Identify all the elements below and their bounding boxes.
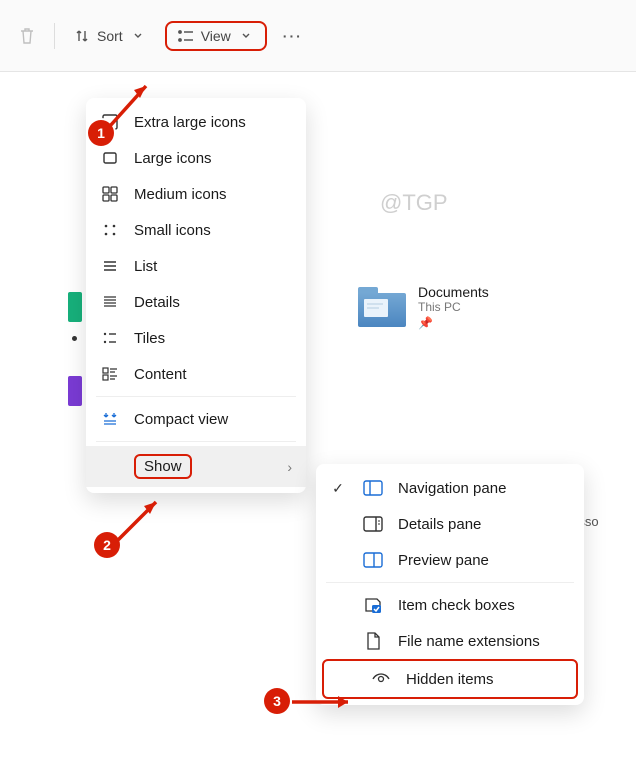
- menu-item-label: Details: [134, 294, 292, 311]
- view-menu-item-list[interactable]: List: [86, 248, 306, 284]
- annotation-arrow: [290, 692, 360, 712]
- menu-item-label: Medium icons: [134, 186, 292, 203]
- pin-icon: 📌: [418, 316, 489, 330]
- preview-pane-icon: [362, 550, 384, 570]
- sort-icon: [73, 27, 91, 45]
- menu-item-label: Show: [134, 454, 192, 479]
- view-menu-item-compact-view[interactable]: Compact view: [86, 401, 306, 437]
- divider: [96, 396, 296, 397]
- annotation-arrow: [104, 76, 160, 132]
- menu-item-label: Navigation pane: [398, 480, 570, 497]
- folder-name: Documents: [418, 284, 489, 300]
- folder-location: This PC: [418, 300, 489, 314]
- details-pane-icon: [362, 514, 384, 534]
- sort-button[interactable]: Sort: [63, 21, 157, 51]
- show-item-hidden-items[interactable]: Hidden items: [322, 659, 578, 699]
- menu-item-label: File name extensions: [398, 633, 570, 650]
- view-menu-item-small-icons[interactable]: Small icons: [86, 212, 306, 248]
- menu-item-label: Preview pane: [398, 552, 570, 569]
- large-icons-icon: [100, 148, 120, 168]
- sidebar-stub: [68, 376, 82, 406]
- chevron-down-icon: [129, 27, 147, 45]
- chevron-down-icon: [237, 27, 255, 45]
- annotation-badge-3: 3: [264, 688, 290, 714]
- show-item-check-boxes[interactable]: Item check boxes: [316, 587, 584, 623]
- checkboxes-icon: [362, 595, 384, 615]
- divider: [96, 441, 296, 442]
- view-menu-item-details[interactable]: Details: [86, 284, 306, 320]
- details-icon: [100, 292, 120, 312]
- sort-label: Sort: [97, 28, 123, 44]
- view-menu-item-tiles[interactable]: Tiles: [86, 320, 306, 356]
- divider: [326, 582, 574, 583]
- menu-item-label: Tiles: [134, 330, 292, 347]
- navigation-pane-icon: [362, 478, 384, 498]
- menu-item-label: Content: [134, 366, 292, 383]
- view-icon: [177, 27, 195, 45]
- view-menu-item-content[interactable]: Content: [86, 356, 306, 392]
- menu-item-label: Small icons: [134, 222, 292, 239]
- folder-icon: [358, 287, 406, 327]
- menu-item-label: List: [134, 258, 292, 275]
- chevron-right-icon: ›: [287, 459, 292, 475]
- show-item-preview-pane[interactable]: Preview pane: [316, 542, 584, 578]
- watermark: @TGP: [380, 190, 448, 216]
- delete-button[interactable]: [8, 21, 46, 51]
- annotation-arrow: [112, 494, 168, 546]
- selected-dot-icon: [72, 336, 77, 341]
- menu-item-label: Large icons: [134, 150, 292, 167]
- list-icon: [100, 256, 120, 276]
- view-menu: Extra large icons Large icons Medium ico…: [86, 98, 306, 493]
- eye-icon: [370, 669, 392, 689]
- folder-meta: Documents This PC 📌: [418, 284, 489, 330]
- view-menu-item-show[interactable]: Show ›: [86, 446, 306, 487]
- menu-item-label: Hidden items: [406, 671, 562, 688]
- show-item-file-extensions[interactable]: File name extensions: [316, 623, 584, 659]
- more-button[interactable]: ···: [275, 24, 311, 48]
- small-icons-icon: [100, 220, 120, 240]
- divider: [54, 23, 55, 49]
- menu-item-label: Item check boxes: [398, 597, 570, 614]
- toolbar: Sort View ···: [0, 0, 636, 72]
- show-item-navigation-pane[interactable]: ✓ Navigation pane: [316, 470, 584, 506]
- view-button[interactable]: View: [165, 21, 267, 51]
- view-menu-item-large-icons[interactable]: Large icons: [86, 140, 306, 176]
- trash-icon: [18, 27, 36, 45]
- menu-item-label: Compact view: [134, 411, 292, 428]
- view-menu-item-medium-icons[interactable]: Medium icons: [86, 176, 306, 212]
- show-submenu: ✓ Navigation pane Details pane Preview p…: [316, 464, 584, 705]
- folder-tile-documents[interactable]: Documents This PC 📌: [358, 284, 489, 330]
- check-icon: ✓: [328, 480, 348, 497]
- show-item-details-pane[interactable]: Details pane: [316, 506, 584, 542]
- medium-icons-icon: [100, 184, 120, 204]
- sidebar-stub: [68, 292, 82, 322]
- content-icon: [100, 364, 120, 384]
- tiles-icon: [100, 328, 120, 348]
- menu-item-label: Details pane: [398, 516, 570, 533]
- file-icon: [362, 631, 384, 651]
- compact-view-icon: [100, 409, 120, 429]
- view-label: View: [201, 28, 231, 44]
